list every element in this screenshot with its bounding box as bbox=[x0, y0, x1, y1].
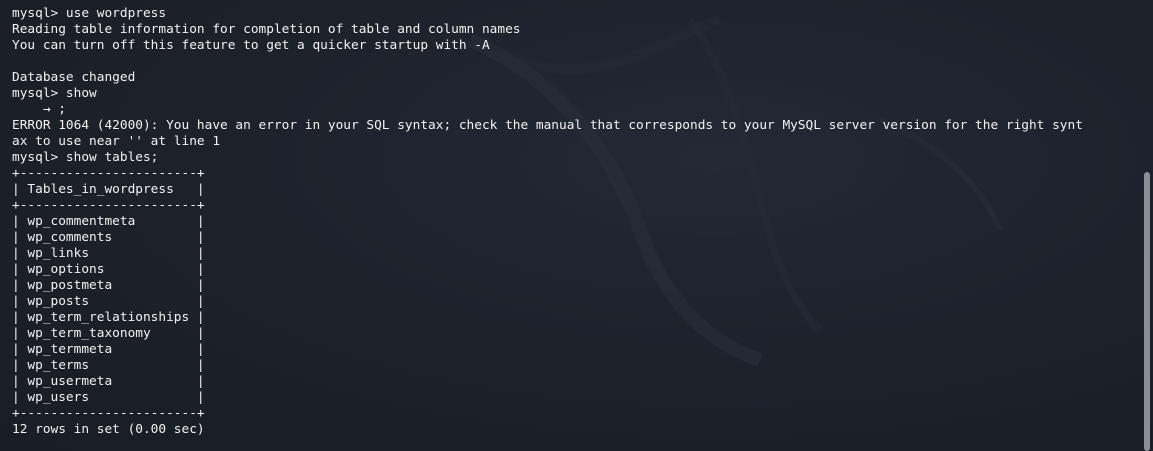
table-row: | wp_term_taxonomy | bbox=[12, 326, 205, 341]
table-row: | wp_users | bbox=[12, 390, 205, 405]
table-border: +-----------------------+ bbox=[12, 198, 205, 213]
table-row: | wp_terms | bbox=[12, 358, 205, 373]
table-row: | wp_commentmeta | bbox=[12, 214, 205, 229]
scrollbar[interactable] bbox=[1142, 0, 1153, 451]
error-line: ERROR 1064 (42000): You have an error in… bbox=[12, 118, 1083, 133]
terminal-window[interactable]: mysql> use wordpress Reading table inform… bbox=[0, 0, 1153, 451]
table-row: | wp_options | bbox=[12, 262, 205, 277]
terminal-line: You can turn off this feature to get a q… bbox=[12, 38, 490, 53]
table-row: | wp_posts | bbox=[12, 294, 205, 309]
table-border: +-----------------------+ bbox=[12, 406, 205, 421]
terminal-line: → ; bbox=[12, 102, 66, 117]
terminal-line: mysql> show tables; bbox=[12, 150, 159, 165]
table-row: | wp_termmeta | bbox=[12, 342, 205, 357]
terminal-line: Database changed bbox=[12, 70, 136, 85]
table-row: | wp_term_relationships | bbox=[12, 310, 205, 325]
table-row: | wp_postmeta | bbox=[12, 278, 205, 293]
table-row: | wp_usermeta | bbox=[12, 374, 205, 389]
scrollbar-thumb[interactable] bbox=[1144, 172, 1150, 451]
table-border: +-----------------------+ bbox=[12, 166, 205, 181]
table-row: | wp_links | bbox=[12, 246, 205, 261]
terminal-output: mysql> use wordpress Reading table inform… bbox=[12, 6, 1083, 438]
table-header: | Tables_in_wordpress | bbox=[12, 182, 205, 197]
terminal-line: Reading table information for completion… bbox=[12, 22, 521, 37]
terminal-line: mysql> use wordpress bbox=[12, 6, 167, 21]
error-line: ax to use near '' at line 1 bbox=[12, 134, 221, 149]
table-row: | wp_comments | bbox=[12, 230, 205, 245]
result-summary: 12 rows in set (0.00 sec) bbox=[12, 422, 205, 437]
terminal-line: mysql> show bbox=[12, 86, 97, 101]
